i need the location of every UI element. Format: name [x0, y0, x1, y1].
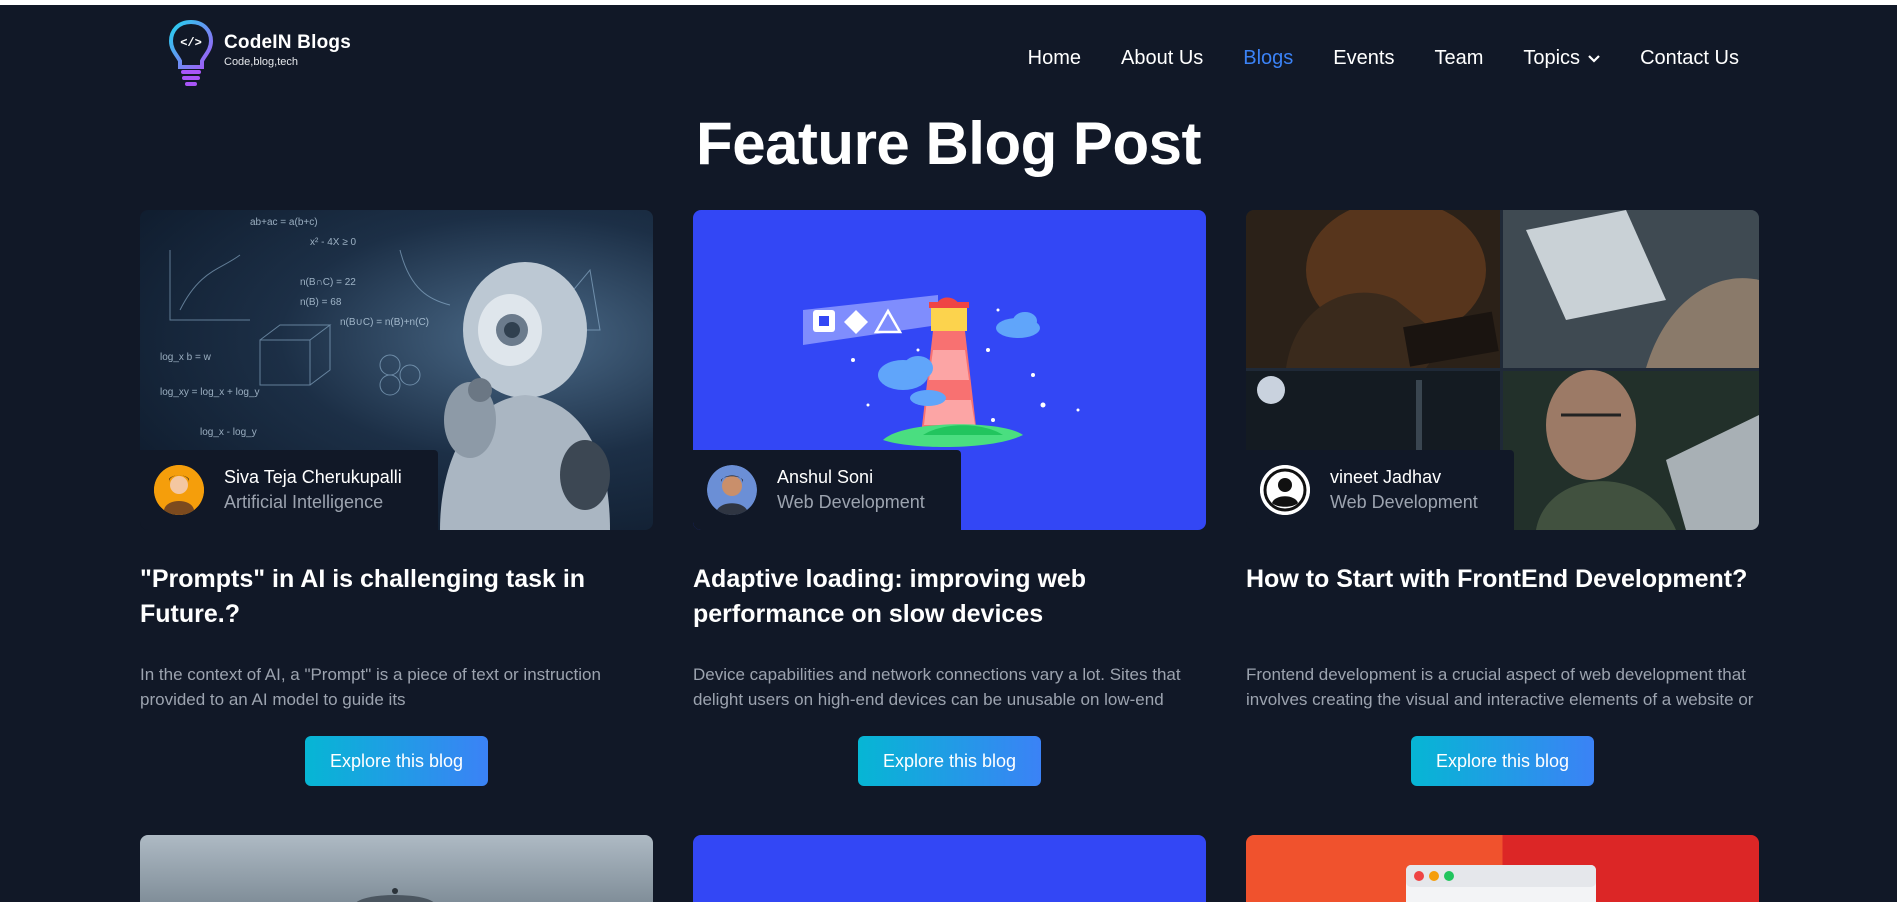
svg-text:log_x - log_y: log_x - log_y [200, 427, 257, 438]
blog-card: ab+ac = a(b+c) x² - 4X ≥ 0 log_x b = w log… [140, 210, 653, 786]
author-badge: Siva Teja Cherukupalli Artificial Intell… [140, 450, 438, 530]
nav-contact-us[interactable]: Contact Us [1640, 47, 1739, 70]
svg-text:log_x b = w: log_x b = w [160, 352, 212, 363]
svg-text:n(B∪C) = n(B)+n(C): n(B∪C) = n(B)+n(C) [340, 317, 429, 328]
page-title: Feature Blog Post [696, 110, 1201, 177]
explore-blog-button[interactable]: Explore this blog [858, 736, 1041, 786]
ai-robot-image[interactable]: ab+ac = a(b+c) x² - 4X ≥ 0 log_x b = w log… [140, 210, 653, 530]
svg-text:n(B) = 68: n(B) = 68 [300, 297, 342, 308]
svg-text:n(B∩C) = 22: n(B∩C) = 22 [300, 277, 356, 288]
blog-card-image-partial[interactable] [1246, 835, 1759, 902]
nav-blogs[interactable]: Blogs [1243, 47, 1293, 70]
card-excerpt: In the context of AI, a "Prompt" is a pi… [140, 665, 601, 709]
card-excerpt: Device capabilities and network connecti… [693, 665, 1181, 709]
site-logo[interactable]: </> CodeIN Blogs Code,blog,tech [168, 19, 351, 89]
nav-topics-label: Topics [1523, 47, 1581, 69]
nav-home[interactable]: Home [1028, 47, 1081, 70]
card-excerpt: Frontend development is a crucial aspect… [1246, 665, 1754, 709]
author-name[interactable]: vineet Jadhav [1330, 467, 1478, 488]
logo-glyph: </> [180, 36, 202, 50]
nav-events[interactable]: Events [1333, 47, 1394, 70]
author-badge: vineet Jadhav Web Development [1246, 450, 1514, 530]
blog-card: vineet Jadhav Web Development How to Sta… [1246, 210, 1759, 786]
explore-blog-button[interactable]: Explore this blog [1411, 736, 1594, 786]
svg-text:log_xy = log_x + log_y: log_xy = log_x + log_y [160, 387, 260, 398]
author-topic[interactable]: Web Development [1330, 492, 1478, 513]
svg-text:ab+ac = a(b+c): ab+ac = a(b+c) [250, 217, 318, 228]
author-topic[interactable]: Artificial Intelligence [224, 492, 402, 513]
author-name[interactable]: Anshul Soni [777, 467, 925, 488]
logo-title: CodeIN Blogs [224, 32, 351, 53]
author-avatar [154, 465, 204, 515]
logo-tagline: Code,blog,tech [224, 56, 298, 68]
blog-card-image-partial[interactable] [693, 835, 1206, 902]
main-nav: Home About Us Blogs Events Team Topics C… [988, 47, 1739, 70]
card-title[interactable]: "Prompts" in AI is challenging task in F… [140, 562, 653, 632]
lightbulb-logo-icon: </> [168, 19, 214, 86]
blog-card-image-partial[interactable] [140, 835, 653, 902]
author-name[interactable]: Siva Teja Cherukupalli [224, 467, 402, 488]
svg-text:x² - 4X ≥ 0: x² - 4X ≥ 0 [310, 237, 356, 248]
nav-topics[interactable]: Topics [1523, 47, 1600, 70]
author-badge: Anshul Soni Web Development [693, 450, 961, 530]
card-title[interactable]: How to Start with FrontEnd Development? [1246, 562, 1759, 632]
author-topic[interactable]: Web Development [777, 492, 925, 513]
nav-team[interactable]: Team [1434, 47, 1483, 70]
site-header: </> CodeIN Blogs Code,blog,tech Home Abo… [0, 5, 1897, 115]
author-avatar [1260, 465, 1310, 515]
nav-about-us[interactable]: About Us [1121, 47, 1203, 70]
author-avatar [707, 465, 757, 515]
card-title[interactable]: Adaptive loading: improving web performa… [693, 562, 1206, 632]
explore-blog-button[interactable]: Explore this blog [305, 736, 488, 786]
chevron-down-icon [1588, 54, 1600, 63]
developers-collage-image[interactable]: vineet Jadhav Web Development [1246, 210, 1759, 530]
blog-card: Anshul Soni Web Development Adaptive loa… [693, 210, 1206, 786]
lighthouse-image[interactable]: Anshul Soni Web Development [693, 210, 1206, 530]
